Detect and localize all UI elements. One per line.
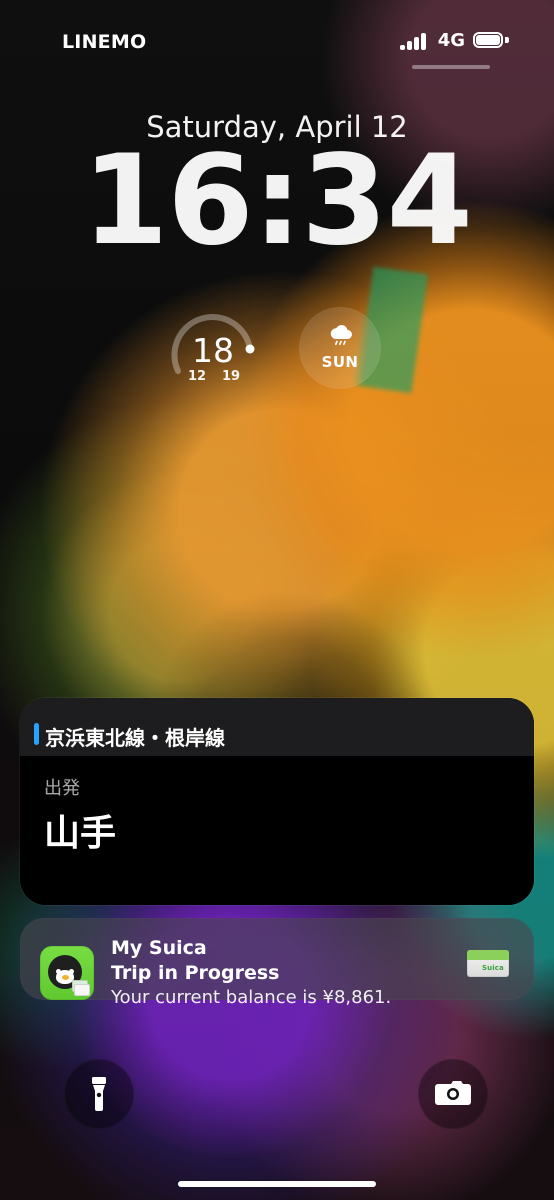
suica-notification[interactable]: My Suica Trip in Progress Your current b… xyxy=(20,918,534,1008)
notification-app-name: My Suica xyxy=(111,937,207,959)
home-indicator[interactable] xyxy=(178,1181,376,1187)
suica-card-thumbnail: Suica xyxy=(467,950,509,977)
weather-day: SUN xyxy=(321,353,359,371)
low-temperature: 12 xyxy=(188,369,207,384)
transit-live-activity[interactable]: 京浜東北線・根岸線 出発 山手 xyxy=(20,698,534,905)
suica-app-icon xyxy=(40,946,94,1000)
transit-body: 出発 山手 xyxy=(20,756,534,905)
temperature-widget[interactable]: 18 12 19 xyxy=(168,303,260,395)
lock-screen: LINEMO 4G Saturday, April 12 16:34 18 12 xyxy=(0,0,554,1200)
transit-header: 京浜東北線・根岸線 xyxy=(20,698,534,756)
notification-title: Trip in Progress xyxy=(111,962,280,984)
high-temperature: 19 xyxy=(222,369,241,384)
lock-time: 16:34 xyxy=(82,129,473,273)
departure-label: 出発 xyxy=(44,778,80,799)
status-bar: LINEMO 4G xyxy=(0,0,554,80)
carrier-name: LINEMO xyxy=(62,31,147,53)
wallet-cards-icon xyxy=(72,978,90,996)
top-swipe-indicator[interactable] xyxy=(412,65,490,69)
suica-card-label: Suica xyxy=(482,964,504,972)
flashlight-icon xyxy=(92,1077,106,1111)
notification-message: Your current balance is ¥8,861. xyxy=(111,987,392,1008)
departure-station: 山手 xyxy=(44,813,117,854)
signal-icon xyxy=(399,32,430,50)
network-type: 4G xyxy=(437,30,465,51)
weather-widget[interactable]: SUN xyxy=(299,307,381,389)
battery-icon xyxy=(473,31,509,50)
line-color-indicator xyxy=(34,723,39,745)
current-temperature: 18 xyxy=(192,331,234,370)
rain-cloud-icon xyxy=(330,325,352,346)
train-line-name: 京浜東北線・根岸線 xyxy=(45,726,225,750)
camera-icon xyxy=(435,1081,471,1105)
flashlight-button[interactable] xyxy=(64,1059,134,1129)
camera-button[interactable] xyxy=(418,1059,488,1129)
status-indicators: 4G xyxy=(399,30,509,51)
